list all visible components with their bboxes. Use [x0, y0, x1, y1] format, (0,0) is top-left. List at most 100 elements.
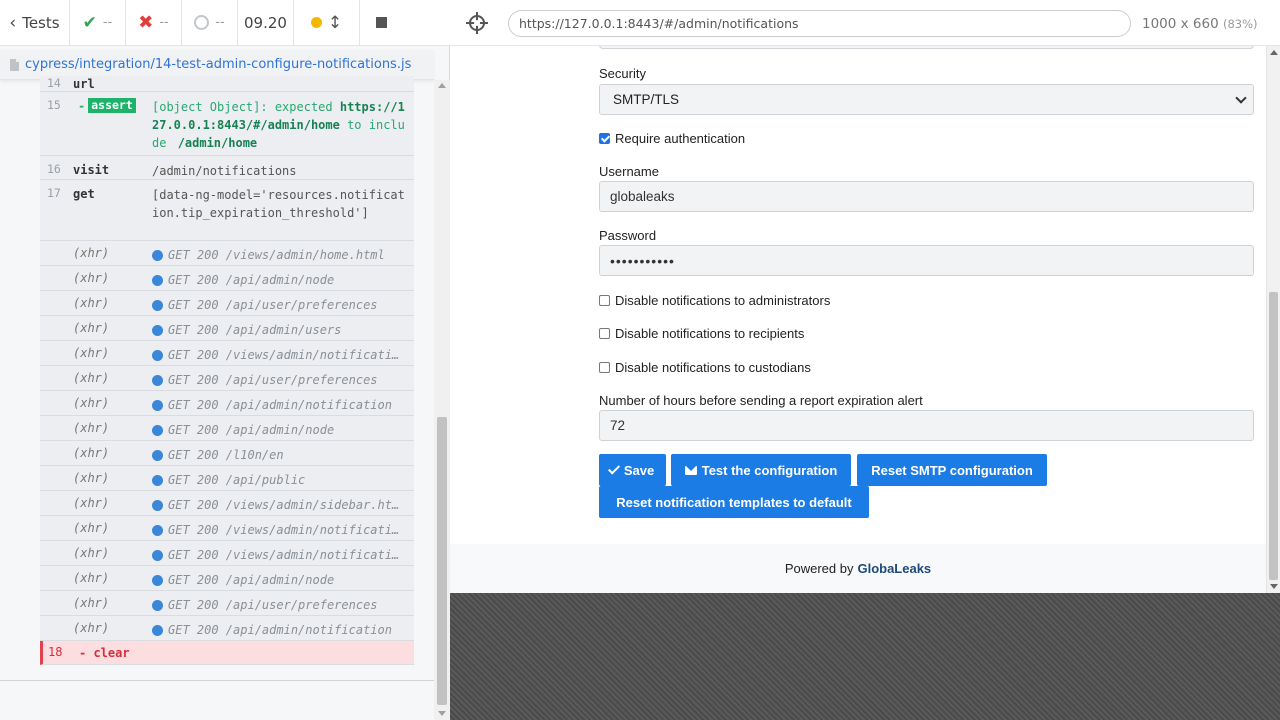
xhr-label: (xhr): [73, 496, 110, 510]
app-scrollbar[interactable]: [1266, 46, 1280, 593]
scroll-up-icon[interactable]: [438, 83, 446, 88]
xhr-row[interactable]: (xhr) GET 200 /views/admin/notificati…: [40, 516, 414, 541]
reset-smtp-button[interactable]: Reset SMTP configuration: [857, 454, 1047, 486]
request-status-icon: [152, 299, 163, 311]
require-auth-checkbox[interactable]: Require authentication: [599, 131, 745, 146]
command-number: 17: [47, 186, 61, 200]
xhr-text: GET 200 /views/admin/sidebar.ht…: [168, 498, 400, 512]
command-row-visit[interactable]: 16 visit /admin/notifications: [40, 156, 414, 180]
request-status-icon: [152, 449, 163, 461]
disable-custodians-checkbox[interactable]: Disable notifications to custodians: [599, 360, 811, 375]
clear-name: clear: [93, 646, 130, 660]
stop-button[interactable]: [360, 0, 402, 45]
disable-recipients-label: Disable notifications to recipients: [615, 326, 805, 341]
xhr-text: GET 200 /api/admin/notification: [168, 623, 392, 637]
xhr-row[interactable]: (xhr) GET 200 /api/public: [40, 466, 414, 491]
scroll-up-icon[interactable]: [1270, 50, 1278, 55]
scrollbar-thumb[interactable]: [1269, 292, 1278, 580]
disable-custodians-label: Disable notifications to custodians: [615, 360, 811, 375]
xhr-message: GET 200 /api/admin/users: [152, 321, 408, 339]
tests-back-link[interactable]: ‹ Tests: [0, 0, 70, 45]
test-configuration-button[interactable]: Test the configuration: [671, 454, 851, 486]
xhr-row[interactable]: (xhr) GET 200 /views/admin/home.html: [40, 241, 414, 266]
xhr-row[interactable]: (xhr) GET 200 /api/admin/notification: [40, 616, 414, 641]
request-status-icon: [152, 399, 163, 411]
xhr-row[interactable]: (xhr) GET 200 /api/user/preferences: [40, 591, 414, 616]
scrollbar-thumb[interactable]: [437, 417, 447, 705]
xhr-label: (xhr): [73, 346, 110, 360]
xhr-row[interactable]: (xhr) GET 200 /l10n/en: [40, 441, 414, 466]
request-status-icon: [152, 249, 163, 261]
request-status-icon: [152, 424, 163, 436]
envelope-icon: [684, 465, 697, 475]
save-button[interactable]: Save: [599, 454, 666, 486]
command-number: 14: [47, 76, 61, 90]
password-field[interactable]: •••••••••••: [599, 245, 1254, 276]
command-row-clear[interactable]: 18 - clear: [40, 641, 414, 665]
username-field[interactable]: globaleaks: [599, 181, 1254, 212]
aut-url-bar[interactable]: https://127.0.0.1:8443/#/admin/notificat…: [508, 10, 1131, 37]
chevron-down-icon: [1235, 92, 1247, 104]
xhr-row[interactable]: (xhr) GET 200 /api/admin/node: [40, 566, 414, 591]
xhr-message: GET 200 /views/admin/home.html: [152, 246, 408, 264]
reset-templates-button[interactable]: Reset notification templates to default: [599, 486, 869, 518]
save-label: Save: [623, 462, 655, 478]
command-row-assert[interactable]: 15 - assert [object Object]: expected ht…: [40, 92, 414, 156]
xhr-text: GET 200 /views/admin/notificati…: [168, 348, 400, 362]
pending-count: --: [182, 0, 238, 45]
xhr-message: GET 200 /views/admin/notificati…: [152, 546, 408, 564]
viewport-dimensions: 1000 x 660: [1142, 16, 1219, 32]
xhr-row[interactable]: (xhr) GET 200 /views/admin/sidebar.ht…: [40, 491, 414, 516]
reporter-scrollbar[interactable]: [434, 80, 450, 720]
xhr-row[interactable]: (xhr) GET 200 /views/admin/notificati…: [40, 541, 414, 566]
disable-recipients-checkbox[interactable]: Disable notifications to recipients: [599, 326, 804, 341]
disable-admins-checkbox[interactable]: Disable notifications to administrators: [599, 293, 830, 308]
xhr-row[interactable]: (xhr) GET 200 /api/admin/node: [40, 266, 414, 291]
xhr-text: GET 200 /l10n/en: [168, 448, 284, 462]
cut-off-field: [599, 46, 1254, 49]
xhr-label: (xhr): [73, 421, 110, 435]
checkbox-unchecked[interactable]: [599, 328, 610, 339]
command-row-get[interactable]: 17 get [data-ng-model='resources.notific…: [40, 180, 414, 241]
checkbox-checked[interactable]: [599, 133, 610, 144]
command-row-url[interactable]: 14 url: [40, 76, 414, 92]
xhr-label: (xhr): [73, 471, 110, 485]
request-status-icon: [152, 374, 163, 386]
assert-badge: assert: [88, 98, 136, 113]
xhr-text: GET 200 /api/user/preferences: [168, 298, 378, 312]
request-status-icon: [152, 599, 163, 611]
request-status-icon: [152, 549, 163, 561]
xhr-row[interactable]: (xhr) GET 200 /api/admin/users: [40, 316, 414, 341]
xhr-label: (xhr): [73, 321, 110, 335]
check-icon: ✔: [82, 12, 97, 33]
xhr-row[interactable]: (xhr) GET 200 /api/admin/notification: [40, 391, 414, 416]
xhr-row[interactable]: (xhr) GET 200 /api/admin/node: [40, 416, 414, 441]
xhr-row[interactable]: (xhr) GET 200 /api/user/preferences: [40, 291, 414, 316]
xhr-label: (xhr): [73, 271, 110, 285]
auto-scroll-toggle[interactable]: ↕: [294, 0, 360, 45]
security-select[interactable]: SMTP/TLS: [599, 84, 1254, 115]
scroll-down-icon[interactable]: [438, 711, 446, 716]
checkbox-unchecked[interactable]: [599, 362, 610, 373]
globaleaks-link[interactable]: GlobaLeaks: [857, 561, 931, 576]
checkbox-unchecked[interactable]: [599, 295, 610, 306]
command-name: visit: [73, 163, 110, 177]
run-duration: 09.20: [238, 0, 294, 45]
request-status-icon: [152, 574, 163, 586]
expiration-hours-field[interactable]: 72: [599, 410, 1254, 441]
xhr-row[interactable]: (xhr) GET 200 /api/user/preferences: [40, 366, 414, 391]
cut-off-tab: [466, 46, 566, 50]
xhr-label: (xhr): [73, 371, 110, 385]
xhr-message: GET 200 /api/admin/notification: [152, 396, 408, 414]
xhr-message: GET 200 /api/public: [152, 471, 408, 489]
request-status-icon: [152, 474, 163, 486]
xhr-message: GET 200 /l10n/en: [152, 446, 408, 464]
xhr-text: GET 200 /api/user/preferences: [168, 598, 378, 612]
xhr-message: GET 200 /api/user/preferences: [152, 596, 408, 614]
command-name: url: [73, 77, 95, 91]
stop-icon: [375, 17, 387, 28]
scroll-down-icon[interactable]: [1270, 584, 1278, 589]
xhr-row[interactable]: (xhr) GET 200 /views/admin/notificati…: [40, 341, 414, 366]
assert-dash: -: [78, 98, 86, 113]
selector-playground-icon[interactable]: [466, 12, 488, 34]
